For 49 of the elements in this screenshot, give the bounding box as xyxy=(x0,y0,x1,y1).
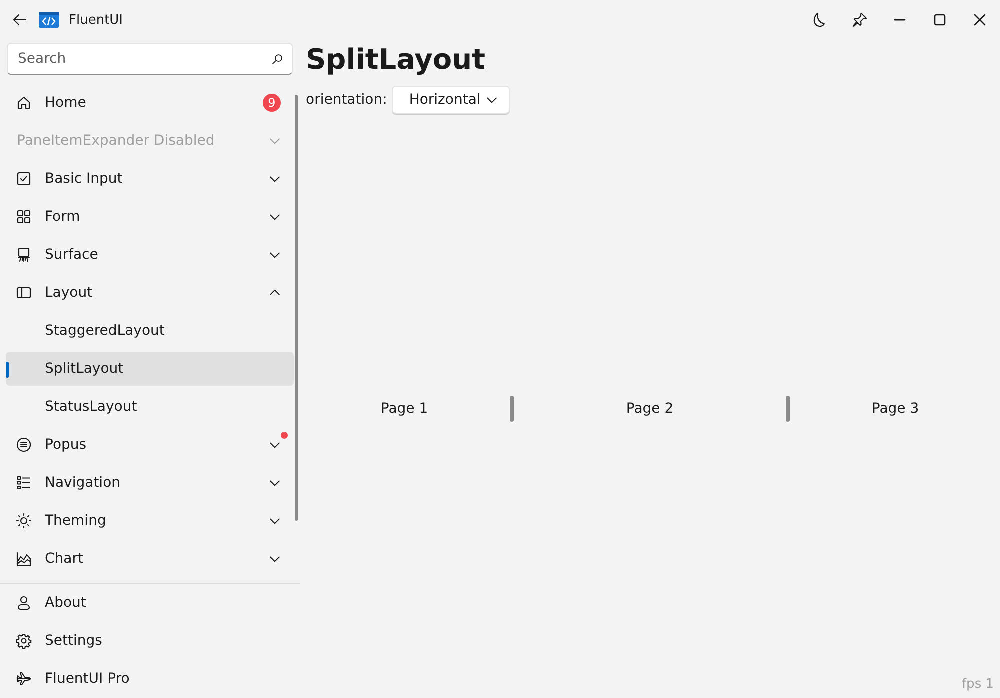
nav-item[interactable]: Theming xyxy=(6,504,294,538)
chart-icon xyxy=(16,551,32,567)
page-title: SplitLayout xyxy=(306,42,486,78)
nav-item[interactable]: About xyxy=(6,586,294,620)
pin-icon xyxy=(852,12,868,28)
splitter-handle[interactable] xyxy=(510,396,514,422)
airplane-icon xyxy=(16,671,32,687)
nav-item[interactable]: Form xyxy=(6,200,294,234)
notification-badge: 9 xyxy=(263,94,281,112)
code-logo-icon xyxy=(39,12,59,28)
checkbox-icon xyxy=(16,171,32,187)
nav-item[interactable]: Navigation xyxy=(6,466,294,500)
person-icon xyxy=(16,595,32,611)
nav-item[interactable]: Popus xyxy=(6,428,294,462)
sun-icon xyxy=(16,513,32,529)
back-arrow-icon xyxy=(12,12,28,28)
pane-label: Page 2 xyxy=(626,401,674,417)
window-title: FluentUI xyxy=(69,12,124,28)
nav-item[interactable]: Chart xyxy=(6,542,294,576)
easel-icon xyxy=(16,247,32,263)
grid-icon xyxy=(16,209,32,225)
selection-indicator xyxy=(6,362,9,378)
nav-item[interactable]: FluentUI Pro xyxy=(6,662,294,696)
maximize-icon xyxy=(932,12,948,28)
settings-icon xyxy=(16,633,32,649)
moon-icon xyxy=(812,12,828,28)
orientation-label: orientation: xyxy=(306,92,388,108)
list-icon xyxy=(16,475,32,491)
nav-item[interactable]: Settings xyxy=(6,624,294,658)
fps-counter: fps 1 xyxy=(962,677,994,692)
pane-label: Page 3 xyxy=(872,401,920,417)
nav-item[interactable]: StaggeredLayout xyxy=(6,314,294,348)
nav-item[interactable]: Basic Input xyxy=(6,162,294,196)
nav-item[interactable]: SplitLayout xyxy=(6,352,294,386)
home-icon xyxy=(16,95,32,111)
panel-icon xyxy=(16,285,32,301)
close-icon xyxy=(972,12,988,28)
list-circle-icon xyxy=(16,437,32,453)
search-icon xyxy=(271,53,284,66)
orientation-dropdown[interactable]: Horizontal xyxy=(392,86,510,114)
search-field[interactable]: Search xyxy=(7,43,293,75)
nav-item[interactable]: Layout xyxy=(6,276,294,310)
splitter-handle[interactable] xyxy=(786,396,790,422)
nav-item[interactable]: Home 9 xyxy=(6,86,294,120)
scrollbar[interactable] xyxy=(295,95,298,521)
minimize-icon xyxy=(894,19,906,21)
pane-label: Page 1 xyxy=(380,401,428,417)
nav-item[interactable]: Surface xyxy=(6,238,294,272)
nav-item[interactable]: StatusLayout xyxy=(6,390,294,424)
